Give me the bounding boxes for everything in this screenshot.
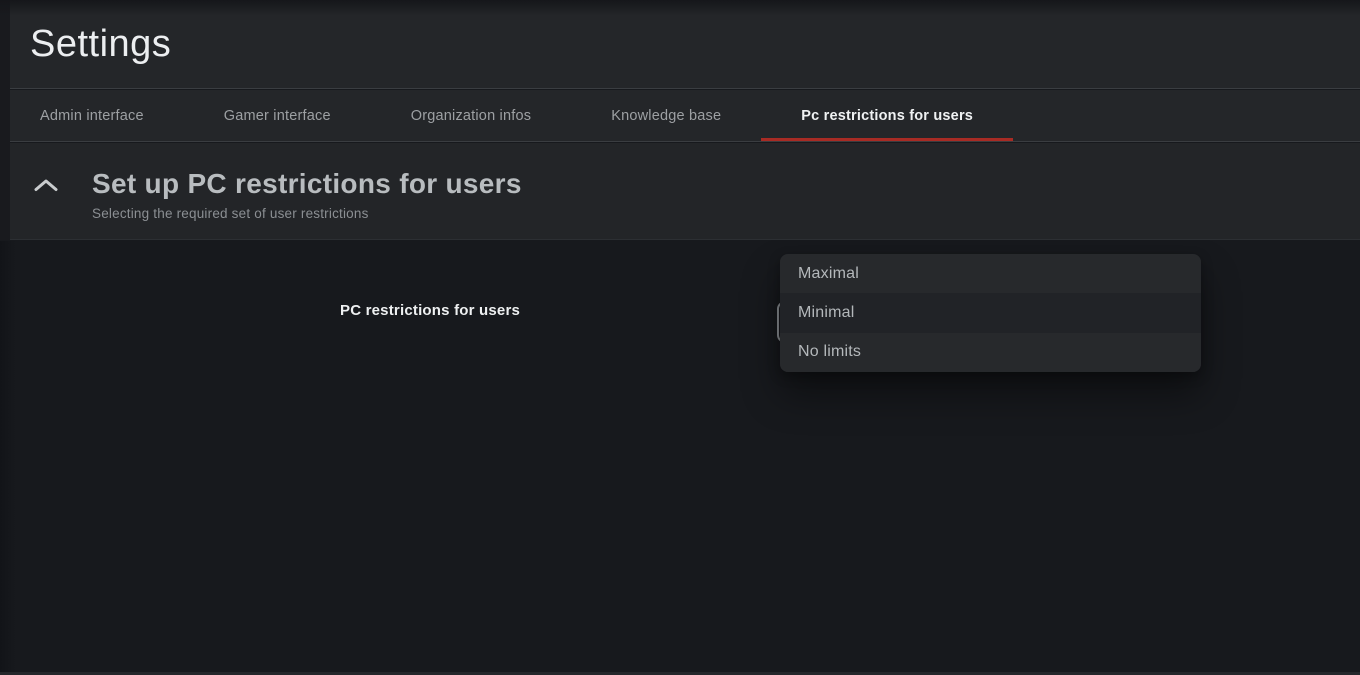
tab-organization-infos[interactable]: Organization infos bbox=[371, 90, 571, 141]
settings-tab-bar: Admin interface Gamer interface Organiza… bbox=[0, 90, 1360, 142]
pc-restrictions-dropdown-menu: Maximal Minimal No limits bbox=[780, 254, 1201, 372]
section-header: Set up PC restrictions for users Selecti… bbox=[0, 143, 1360, 240]
dropdown-option-maximal[interactable]: Maximal bbox=[780, 254, 1201, 293]
section-title: Set up PC restrictions for users bbox=[92, 169, 522, 200]
page-title: Settings bbox=[30, 23, 171, 66]
pc-restrictions-field-label: PC restrictions for users bbox=[340, 302, 520, 319]
dropdown-option-minimal[interactable]: Minimal bbox=[780, 293, 1201, 332]
tab-label: Organization infos bbox=[411, 108, 531, 124]
tab-knowledge-base[interactable]: Knowledge base bbox=[571, 90, 761, 141]
page-header: Settings bbox=[0, 0, 1360, 89]
tab-label: Knowledge base bbox=[611, 108, 721, 124]
section-text: Set up PC restrictions for users Selecti… bbox=[92, 169, 522, 221]
section-subtitle: Selecting the required set of user restr… bbox=[92, 206, 522, 221]
tab-label: Admin interface bbox=[40, 108, 144, 124]
settings-page: Settings Admin interface Gamer interface… bbox=[0, 0, 1360, 675]
chevron-up-icon bbox=[33, 181, 59, 196]
tab-admin-interface[interactable]: Admin interface bbox=[0, 90, 184, 141]
tab-pc-restrictions-for-users[interactable]: Pc restrictions for users bbox=[761, 90, 1013, 141]
tab-label: Gamer interface bbox=[224, 108, 331, 124]
tab-gamer-interface[interactable]: Gamer interface bbox=[184, 90, 371, 141]
tab-label: Pc restrictions for users bbox=[801, 108, 973, 124]
left-edge-strip bbox=[0, 0, 10, 240]
section-content: PC restrictions for users Maximal Minima… bbox=[0, 241, 1360, 675]
dropdown-option-label: Minimal bbox=[798, 304, 855, 322]
dropdown-option-label: No limits bbox=[798, 343, 861, 361]
collapse-section-button[interactable] bbox=[33, 177, 59, 193]
dropdown-option-no-limits[interactable]: No limits bbox=[780, 333, 1201, 372]
dropdown-option-label: Maximal bbox=[798, 265, 859, 283]
